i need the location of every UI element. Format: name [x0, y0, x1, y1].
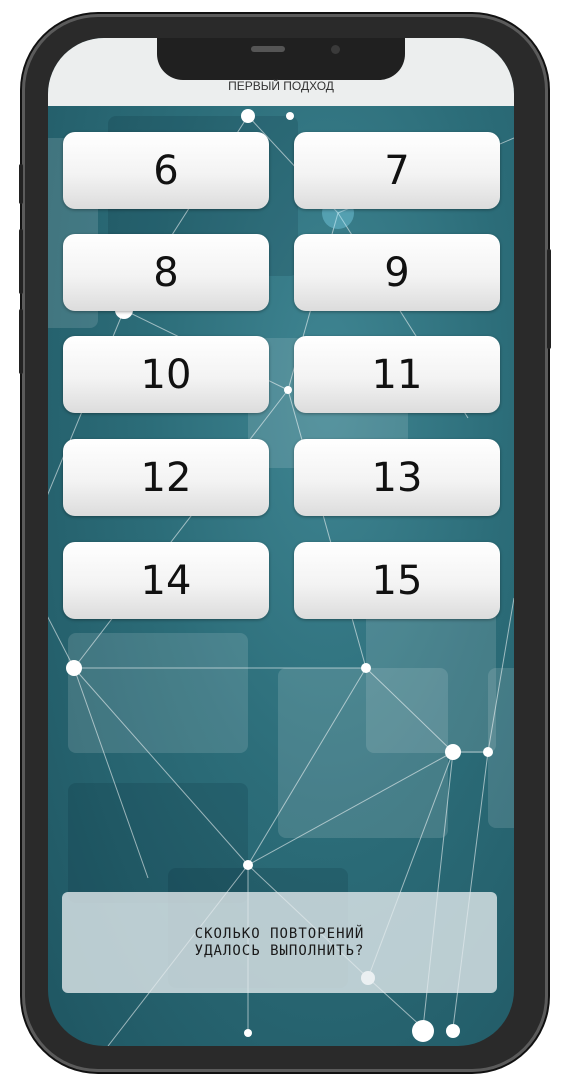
- option-button-11[interactable]: 11: [294, 336, 500, 413]
- phone-side-button: [19, 164, 23, 204]
- option-button-6[interactable]: 6: [63, 132, 269, 209]
- question-panel: СКОЛЬКО ПОВТОРЕНИЙ УДАЛОСЬ ВЫПОЛНИТЬ?: [62, 892, 497, 993]
- option-button-14[interactable]: 14: [63, 542, 269, 619]
- question-text-line-2: УДАЛОСЬ ВЫПОЛНИТЬ?: [194, 942, 365, 959]
- question-text-line-1: СКОЛЬКО ПОВТОРЕНИЙ: [194, 925, 365, 942]
- phone-volume-down-button: [19, 309, 23, 374]
- phone-power-button: [547, 249, 551, 349]
- option-button-12[interactable]: 12: [63, 439, 269, 516]
- front-camera: [331, 45, 340, 54]
- option-button-13[interactable]: 13: [294, 439, 500, 516]
- page-title: ПЕРВЫЙ ПОДХОД: [228, 79, 334, 93]
- header-bar: ПЕРВЫЙ ПОДХОД: [48, 38, 514, 106]
- option-button-15[interactable]: 15: [294, 542, 500, 619]
- option-button-7[interactable]: 7: [294, 132, 500, 209]
- app-screen: ПЕРВЫЙ ПОДХОД 6 7 8 9 10 11 12 13 14 15 …: [48, 38, 514, 1046]
- option-button-10[interactable]: 10: [63, 336, 269, 413]
- phone-notch: [157, 38, 405, 80]
- speaker-grille: [251, 46, 285, 52]
- phone-volume-up-button: [19, 229, 23, 294]
- option-button-9[interactable]: 9: [294, 234, 500, 311]
- option-button-8[interactable]: 8: [63, 234, 269, 311]
